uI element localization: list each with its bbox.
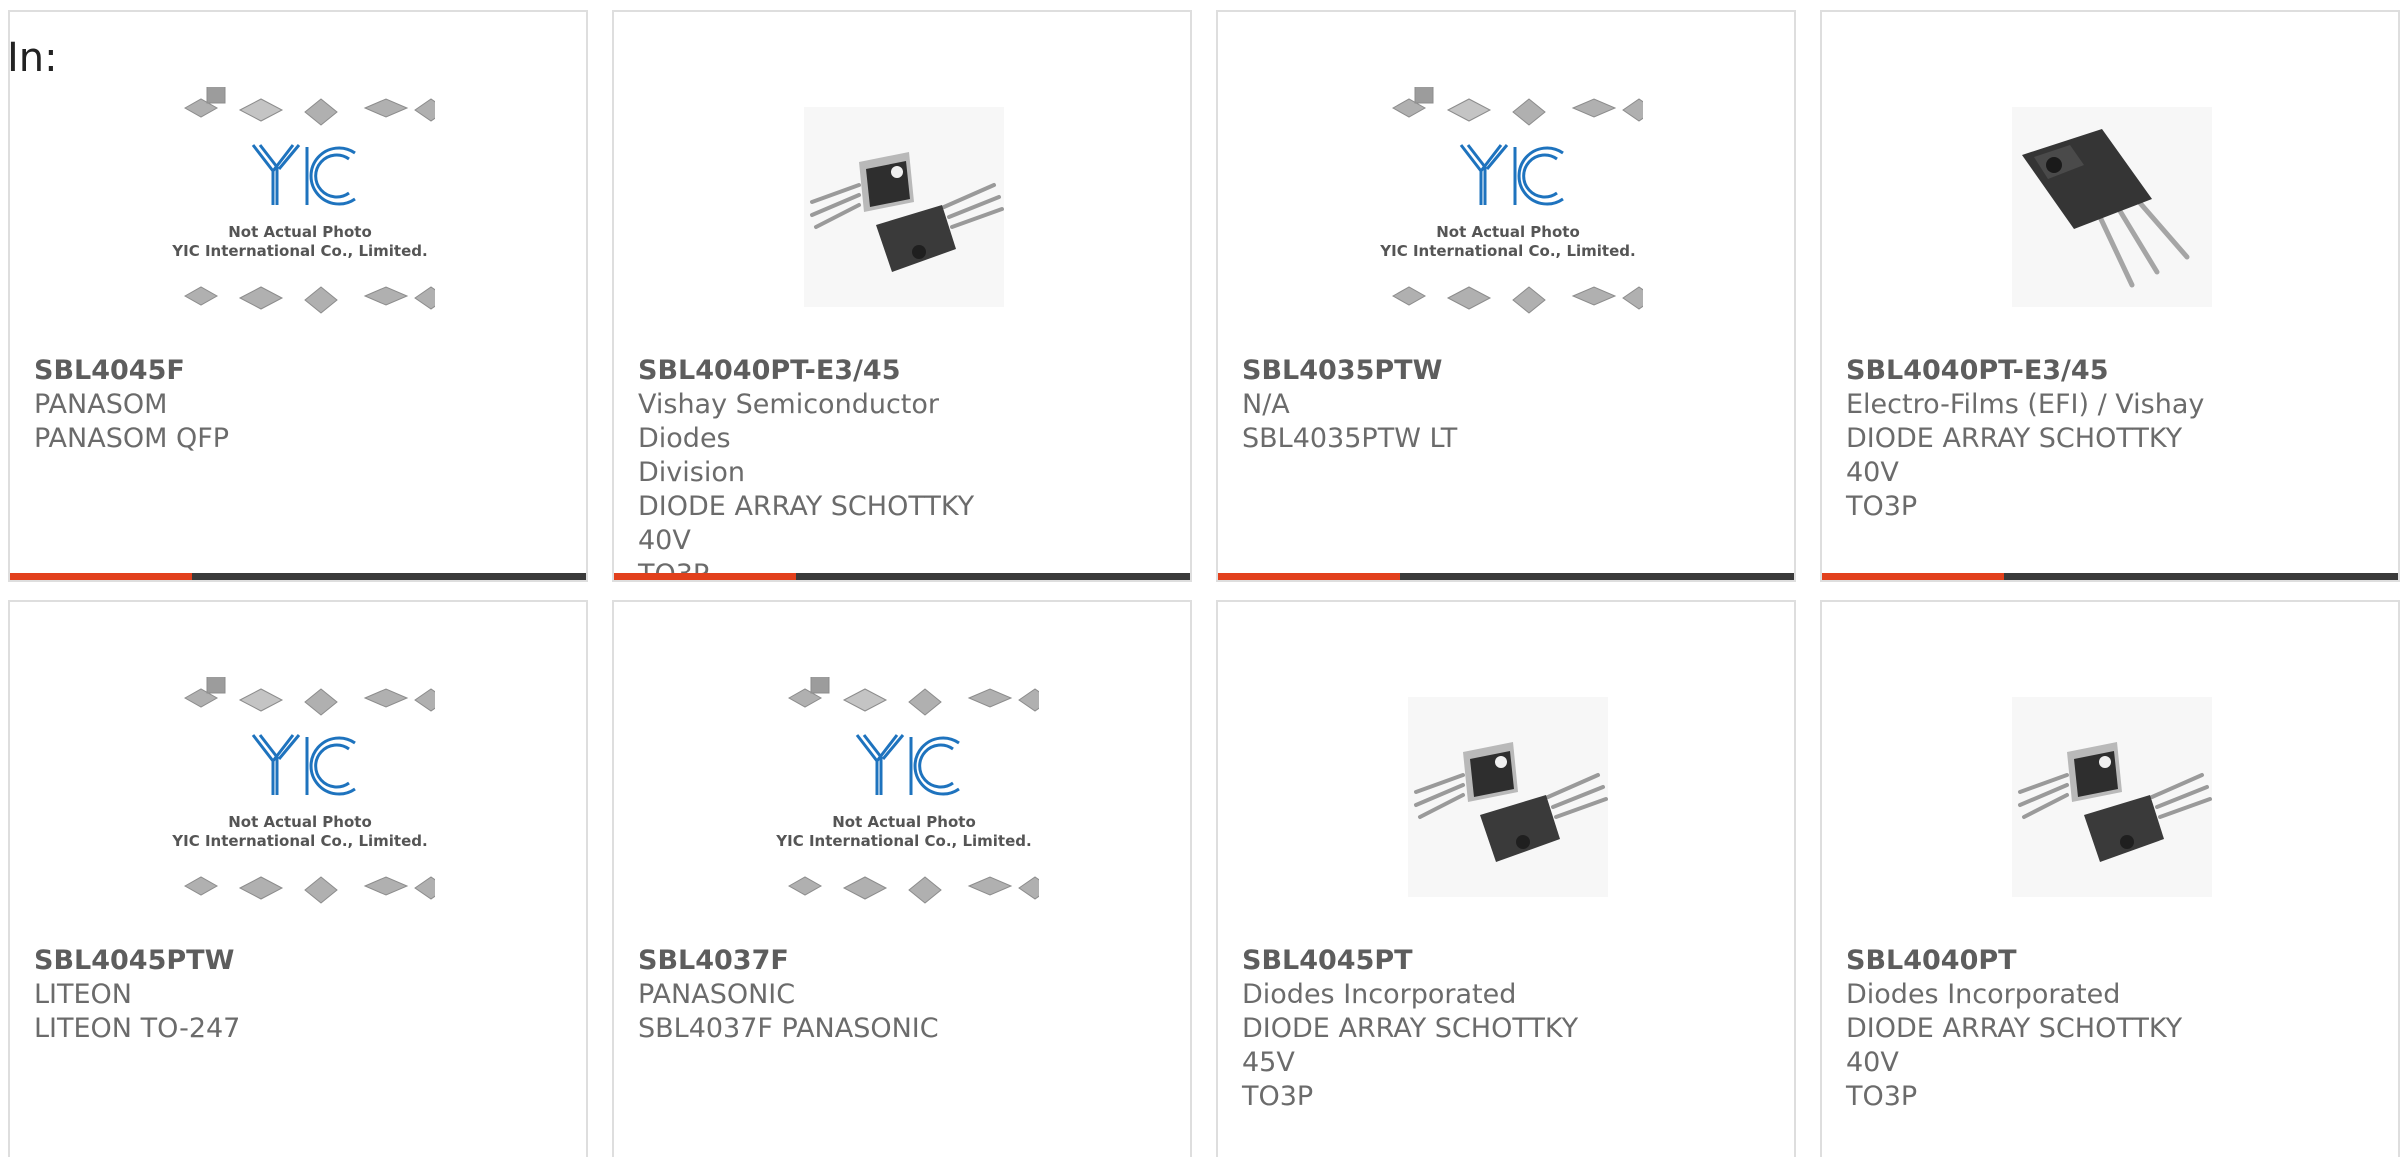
svg-text:Not Actual Photo: Not Actual Photo bbox=[832, 813, 976, 831]
part-number-link[interactable]: SBL4040PT bbox=[1846, 944, 2238, 978]
svg-text:YIC International Co., Limited: YIC International Co., Limited. bbox=[1379, 242, 1635, 260]
to247-package-icon bbox=[2012, 107, 2212, 307]
description-text: TO3P bbox=[1242, 1081, 1314, 1112]
manufacturer-text: PANASONIC bbox=[638, 979, 796, 1010]
card-accent-bar bbox=[614, 573, 796, 580]
description-text: DIODE ARRAY SCHOTTKY 45V bbox=[1242, 1013, 1579, 1078]
product-info: SBL4040PT Diodes Incorporated DIODE ARRAY … bbox=[1846, 944, 2238, 1114]
product-card[interactable]: SBL4040PT Diodes Incorporated DIODE ARRAY … bbox=[1820, 600, 2400, 1157]
product-info: SBL4035PTW N/A SBL4035PTW LT bbox=[1242, 354, 1634, 456]
part-number-link[interactable]: SBL4040PT-E3/45 bbox=[1846, 354, 2238, 388]
product-info: SBL4040PT-E3/45 Vishay Semiconductor Diod… bbox=[638, 354, 1030, 580]
description-text: Division bbox=[638, 457, 745, 488]
not-actual-photo-placeholder-image: Not Actual PhotoYIC International Co., L… bbox=[171, 87, 435, 314]
description-text: TO3P bbox=[1846, 1081, 1918, 1112]
product-image[interactable] bbox=[1972, 662, 2252, 932]
part-number-link[interactable]: SBL4037F bbox=[638, 944, 1030, 978]
card-accent-bar bbox=[1822, 573, 2004, 580]
svg-text:YIC International Co., Limited: YIC International Co., Limited. bbox=[171, 242, 427, 260]
product-info: SBL4040PT-E3/45 Electro-Films (EFI) / Vis… bbox=[1846, 354, 2238, 524]
product-card[interactable]: Not Actual Photo YIC International Co., L… bbox=[612, 600, 1192, 1157]
description-text: SBL4037F PANASONIC bbox=[638, 1013, 939, 1044]
svg-text:YIC International Co., Limited: YIC International Co., Limited. bbox=[775, 832, 1031, 850]
product-image[interactable]: Not Actual Photo YIC International Co., L… bbox=[764, 662, 1044, 932]
card-hover-bar bbox=[10, 573, 586, 580]
in-label: In: bbox=[7, 35, 58, 81]
svg-text:Not Actual Photo: Not Actual Photo bbox=[228, 223, 372, 241]
to3p-package-pair-icon bbox=[804, 107, 1004, 307]
product-grid: Not Actual Photo YIC International Co., L… bbox=[8, 10, 2400, 1157]
part-number-link[interactable]: SBL4045PTW bbox=[34, 944, 426, 978]
product-results-page: Not Actual Photo YIC International Co., L… bbox=[0, 0, 2404, 1157]
card-hover-bar bbox=[614, 573, 1190, 580]
manufacturer-text: N/A bbox=[1242, 389, 1290, 420]
part-number-link[interactable]: SBL4040PT-E3/45 bbox=[638, 354, 1030, 388]
card-accent-bar bbox=[1218, 573, 1400, 580]
manufacturer-text: Diodes Incorporated bbox=[1846, 979, 2121, 1010]
description-text: TO3P bbox=[1846, 491, 1918, 522]
manufacturer-text: Electro-Films (EFI) / Vishay bbox=[1846, 389, 2205, 420]
to3p-package-pair-icon bbox=[2012, 697, 2212, 897]
description-text: DIODE ARRAY SCHOTTKY 40V bbox=[1846, 1013, 2183, 1078]
product-info: SBL4045F PANASOM PANASOM QFP bbox=[34, 354, 426, 456]
description-text: DIODE ARRAY SCHOTTKY 40V bbox=[638, 491, 975, 556]
product-image[interactable] bbox=[1972, 72, 2252, 342]
to3p-package-pair-icon bbox=[1408, 697, 1608, 897]
card-hover-bar bbox=[1822, 573, 2398, 580]
product-card[interactable]: Not Actual Photo YIC International Co., L… bbox=[1216, 10, 1796, 582]
svg-text:YIC International Co., Limited: YIC International Co., Limited. bbox=[171, 832, 427, 850]
description-text: PANASOM QFP bbox=[34, 423, 230, 454]
product-card[interactable]: Not Actual Photo YIC International Co., L… bbox=[8, 600, 588, 1157]
not-actual-photo-placeholder-image: Not Actual PhotoYIC International Co., L… bbox=[1379, 87, 1643, 314]
product-card[interactable]: Not Actual Photo YIC International Co., L… bbox=[8, 10, 588, 582]
part-number-link[interactable]: SBL4045F bbox=[34, 354, 426, 388]
product-card[interactable]: SBL4040PT-E3/45 Vishay Semiconductor Diod… bbox=[612, 10, 1192, 582]
manufacturer-text: PANASOM bbox=[34, 389, 168, 420]
manufacturer-text: LITEON bbox=[34, 979, 133, 1010]
description-text: SBL4035PTW LT bbox=[1242, 423, 1458, 454]
manufacturer-text: Vishay Semiconductor Diodes bbox=[638, 389, 939, 454]
not-actual-photo-placeholder-image: Not Actual PhotoYIC International Co., L… bbox=[171, 677, 435, 904]
product-info: SBL4045PT Diodes Incorporated DIODE ARRAY … bbox=[1242, 944, 1634, 1114]
product-card[interactable]: SBL4045PT Diodes Incorporated DIODE ARRAY … bbox=[1216, 600, 1796, 1157]
svg-text:Not Actual Photo: Not Actual Photo bbox=[228, 813, 372, 831]
card-accent-bar bbox=[10, 573, 192, 580]
product-info: SBL4045PTW LITEON LITEON TO-247 bbox=[34, 944, 426, 1046]
part-number-link[interactable]: SBL4045PT bbox=[1242, 944, 1634, 978]
svg-text:Not Actual Photo: Not Actual Photo bbox=[1436, 223, 1580, 241]
description-text: DIODE ARRAY SCHOTTKY 40V bbox=[1846, 423, 2183, 488]
product-image[interactable]: Not Actual Photo YIC International Co., L… bbox=[160, 72, 440, 342]
description-text: LITEON TO-247 bbox=[34, 1013, 241, 1044]
product-image[interactable]: Not Actual Photo YIC International Co., L… bbox=[160, 662, 440, 932]
manufacturer-text: Diodes Incorporated bbox=[1242, 979, 1517, 1010]
product-image[interactable]: Not Actual Photo YIC International Co., L… bbox=[1368, 72, 1648, 342]
card-hover-bar bbox=[1218, 573, 1794, 580]
not-actual-photo-placeholder-image: Not Actual PhotoYIC International Co., L… bbox=[775, 677, 1039, 904]
product-image[interactable] bbox=[1368, 662, 1648, 932]
part-number-link[interactable]: SBL4035PTW bbox=[1242, 354, 1634, 388]
product-image[interactable] bbox=[764, 72, 1044, 342]
product-info: SBL4037F PANASONIC SBL4037F PANASONIC bbox=[638, 944, 1030, 1046]
product-card[interactable]: SBL4040PT-E3/45 Electro-Films (EFI) / Vis… bbox=[1820, 10, 2400, 582]
